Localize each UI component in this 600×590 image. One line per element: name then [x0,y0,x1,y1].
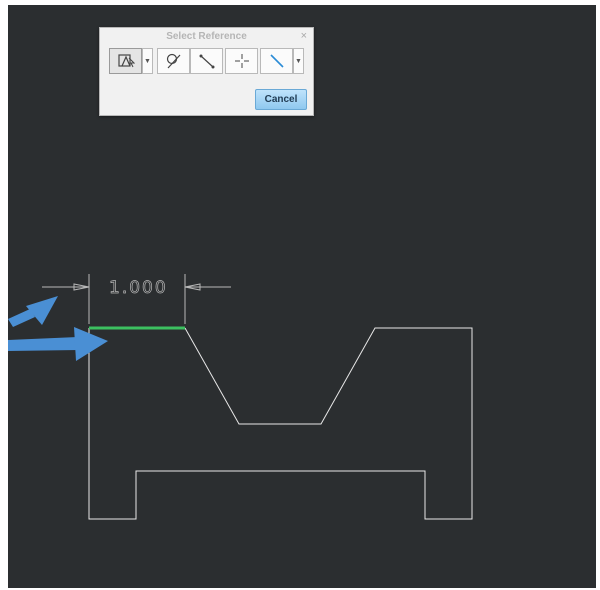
select-reference-dropdown[interactable]: ▼ [142,48,153,74]
select-reference-icon [117,54,135,68]
select-line-button[interactable] [260,48,293,74]
sketch-profile[interactable] [88,327,473,520]
select-point-icon [234,54,249,68]
chevron-down-icon: ▼ [295,57,302,65]
select-line-dropdown[interactable]: ▼ [293,48,304,74]
close-icon[interactable]: × [301,30,307,42]
dimension-value[interactable]: 1.000 [109,278,168,299]
select-reference-button[interactable] [109,48,142,74]
cancel-button[interactable]: Cancel [255,89,307,110]
select-reference-dialog: Select Reference × ▼ ▼ Cancel [99,27,314,116]
select-edge-icon [199,54,214,69]
select-edge-button[interactable] [190,48,223,74]
select-arc-icon [166,53,180,69]
select-line-icon [269,54,284,68]
chevron-down-icon: ▼ [144,57,151,65]
select-arc-button[interactable] [157,48,190,74]
select-point-button[interactable] [225,48,258,74]
annotation-arrow-upper [8,296,58,327]
dialog-title: Select Reference [166,31,247,42]
annotation-arrow-lower [8,327,108,361]
